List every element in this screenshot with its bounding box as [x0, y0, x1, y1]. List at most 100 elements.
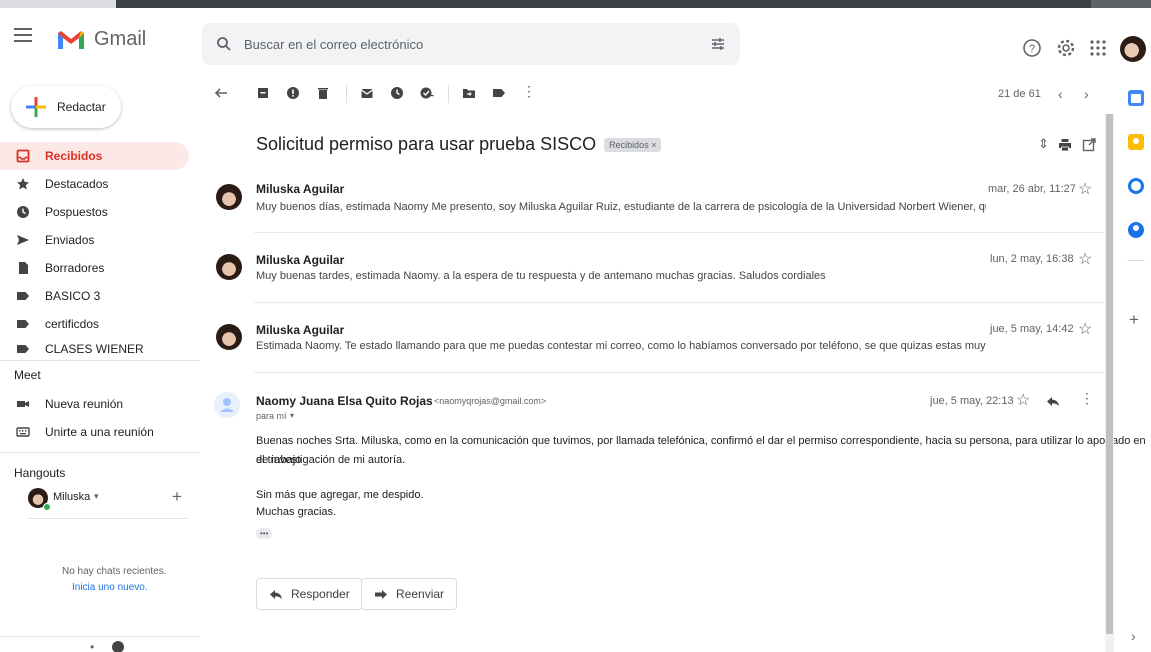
print-icon[interactable] — [1058, 138, 1072, 152]
svg-text:?: ? — [1029, 43, 1035, 55]
sidebar-item-clases-wiener[interactable]: CLASES WIENER — [0, 338, 189, 354]
new-meeting-item[interactable]: Nueva reunión — [16, 392, 123, 416]
forward-button[interactable]: Reenviar — [361, 578, 458, 610]
keep-icon[interactable] — [1128, 134, 1144, 150]
search-input[interactable]: Buscar en el correo electrónico — [244, 37, 423, 52]
expand-all-icon[interactable]: ⇕ — [1038, 136, 1049, 152]
search-icon[interactable] — [216, 36, 232, 52]
chevron-down-icon[interactable]: ▾ — [94, 491, 99, 502]
sender-name: Miluska Aguilar — [256, 182, 345, 196]
calendar-icon[interactable] — [1128, 90, 1144, 106]
sender-name: Miluska Aguilar — [256, 253, 345, 267]
newer-chevron-icon[interactable]: ‹ — [1058, 86, 1063, 102]
apps-grid-icon[interactable] — [1088, 38, 1108, 58]
browser-controls-strip — [1091, 0, 1151, 8]
collapsed-message[interactable]: Miluska Aguilar Muy buenas tardes, estim… — [200, 240, 1100, 300]
sidebar-item-label: Recibidos — [45, 149, 103, 163]
search-options-icon[interactable] — [710, 36, 726, 52]
add-task-icon[interactable] — [420, 86, 434, 100]
show-trimmed-content-button[interactable]: ••• — [256, 528, 273, 539]
move-to-icon[interactable] — [462, 86, 476, 100]
message-toolbar: ⋮ 21 de 61 ‹ › — [200, 74, 1100, 114]
tasks-icon[interactable] — [1128, 178, 1144, 194]
sender-email: <naomyqrojas@gmail.com> — [434, 396, 547, 406]
older-chevron-icon[interactable]: › — [1084, 86, 1089, 102]
recipient-label[interactable]: para mí — [256, 411, 287, 421]
open-new-window-icon[interactable] — [1082, 138, 1096, 152]
compose-button[interactable]: Redactar — [11, 86, 121, 128]
pagination-count: 21 de 61 — [998, 88, 1041, 100]
snooze-clock-icon[interactable] — [390, 86, 404, 100]
message-body-line: de investigación de mi autoría. — [256, 454, 406, 466]
chevron-down-icon[interactable]: ▾ — [290, 411, 294, 420]
sidebar-item-basico3[interactable]: BASICO 3 — [0, 282, 189, 310]
sidebar-item-certificdos[interactable]: certificdos — [0, 310, 189, 338]
back-arrow-icon[interactable] — [214, 86, 228, 100]
contacts-icon[interactable] — [1128, 222, 1144, 238]
clock-icon — [16, 205, 30, 219]
get-addons-icon[interactable]: + — [1129, 310, 1139, 330]
account-avatar[interactable] — [1120, 36, 1146, 62]
keyboard-icon — [16, 425, 30, 439]
draft-icon — [16, 261, 30, 275]
gmail-header: Gmail Buscar en el correo electrónico ? — [0, 8, 1151, 72]
archive-icon[interactable] — [256, 86, 270, 100]
reply-label: Responder — [291, 587, 350, 601]
star-outline-icon[interactable]: ☆ — [1078, 319, 1092, 339]
star-outline-icon[interactable]: ☆ — [1016, 390, 1030, 410]
add-chat-icon[interactable]: + — [172, 487, 182, 507]
more-options-icon[interactable]: ⋮ — [522, 83, 536, 100]
hangouts-section-title: Hangouts — [14, 466, 66, 480]
scrollbar[interactable] — [1105, 114, 1114, 652]
search-bar[interactable]: Buscar en el correo electrónico — [202, 23, 740, 65]
sender-name: Naomy Juana Elsa Quito Rojas — [256, 394, 433, 408]
more-options-icon[interactable]: ⋮ — [1080, 390, 1094, 407]
star-outline-icon[interactable]: ☆ — [1078, 179, 1092, 199]
message-date: mar, 26 abr, 11:27 — [988, 183, 1076, 195]
reply-arrow-icon[interactable] — [1046, 394, 1060, 408]
compose-plus-icon — [26, 97, 46, 117]
inbox-icon — [16, 149, 30, 163]
label-icon — [16, 289, 30, 303]
scrollbar-thumb[interactable] — [1106, 114, 1113, 634]
toolbar-separator — [346, 85, 347, 103]
help-icon[interactable]: ? — [1022, 38, 1042, 58]
no-chats-text: No hay chats recientes. — [62, 566, 167, 577]
sidebar-item-sent[interactable]: Enviados — [0, 226, 189, 254]
person-icon[interactable]: • — [90, 640, 94, 652]
reply-button[interactable]: Responder — [256, 578, 363, 610]
sidebar-nav: Recibidos Destacados Pospuestos Enviados… — [0, 142, 200, 354]
main-menu-icon[interactable] — [14, 28, 32, 42]
subject-title: Solicitud permiso para usar prueba SISCO — [256, 134, 597, 154]
inbox-label-chip[interactable]: Recibidos × — [604, 137, 662, 152]
sidebar-item-drafts[interactable]: Borradores — [0, 254, 189, 282]
sidebar-item-label: BASICO 3 — [45, 289, 101, 303]
join-meeting-label: Unirte a una reunión — [45, 425, 154, 439]
label-icon — [16, 317, 30, 331]
sender-avatar — [216, 184, 242, 210]
message-snippet: Muy buenos días, estimada Naomy Me prese… — [256, 201, 986, 213]
delete-icon[interactable] — [316, 86, 330, 100]
sidebar-item-label: Borradores — [45, 261, 105, 275]
hangouts-icon[interactable] — [112, 641, 124, 652]
sidebar-item-starred[interactable]: Destacados — [0, 170, 189, 198]
sidebar-item-snoozed[interactable]: Pospuestos — [0, 198, 189, 226]
browser-tab-strip — [0, 0, 116, 8]
sidebar-item-inbox[interactable]: Recibidos — [0, 142, 189, 170]
label-icon[interactable] — [492, 86, 506, 100]
mark-unread-icon[interactable] — [360, 86, 374, 100]
gmail-logo[interactable]: Gmail — [56, 28, 146, 51]
collapsed-message[interactable]: Miluska Aguilar Muy buenos días, estimad… — [200, 170, 1100, 230]
report-spam-icon[interactable] — [286, 86, 300, 100]
start-new-chat-link[interactable]: Inicia uno nuevo. — [72, 582, 148, 593]
join-meeting-item[interactable]: Unirte a una reunión — [16, 420, 154, 444]
show-side-panel-chevron-icon[interactable]: › — [1131, 628, 1136, 644]
meet-section-title: Meet — [14, 368, 41, 382]
hangouts-user-name[interactable]: Miluska — [53, 491, 90, 503]
star-icon — [16, 177, 30, 191]
collapsed-message[interactable]: Miluska Aguilar Estimada Naomy. Te estad… — [200, 310, 1100, 370]
settings-icon[interactable] — [1056, 38, 1076, 58]
star-outline-icon[interactable]: ☆ — [1078, 249, 1092, 269]
label-icon — [16, 342, 30, 354]
sender-avatar-placeholder — [214, 392, 240, 418]
